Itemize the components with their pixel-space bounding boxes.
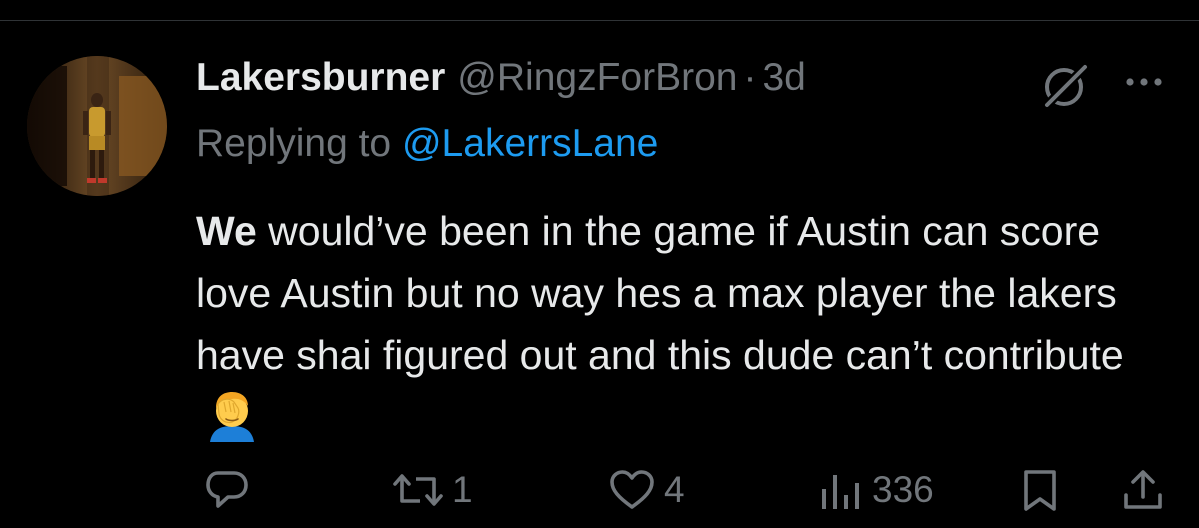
views-button[interactable]: 336: [816, 464, 934, 516]
retweet-button[interactable]: 1: [392, 464, 473, 516]
tweet-timestamp[interactable]: 3d: [762, 56, 805, 100]
retweet-icon: [393, 474, 443, 506]
replying-to-line: Replying to @LakerrsLane: [196, 122, 658, 166]
grok-icon[interactable]: [1040, 60, 1092, 112]
bookmark-icon: [1024, 470, 1056, 511]
avatar[interactable]: [27, 56, 167, 196]
tweet-action-bar: 1 4 336: [196, 464, 1186, 516]
heart-icon: [610, 470, 654, 509]
tweet-text: We would’ve been in the game if Austin c…: [196, 200, 1186, 449]
header-separator: ·: [743, 56, 757, 99]
replying-to-handle-link[interactable]: @LakerrsLane: [402, 122, 658, 165]
avatar-image: [27, 56, 167, 196]
face-palm-emoji: [210, 392, 254, 442]
share-button[interactable]: [1120, 464, 1166, 516]
reply-icon: [206, 471, 248, 508]
author-display-name[interactable]: Lakersburner: [196, 56, 445, 100]
like-button[interactable]: 4: [608, 464, 685, 516]
more-icon[interactable]: [1118, 62, 1170, 102]
top-divider: [0, 20, 1199, 21]
replying-to-label: Replying to: [196, 122, 392, 165]
reply-button[interactable]: [204, 464, 258, 516]
share-icon: [1124, 470, 1162, 509]
views-count: 336: [872, 469, 934, 510]
tweet-text-bold: We: [196, 208, 257, 254]
author-handle[interactable]: @RingzForBron: [457, 56, 737, 100]
tweet-header: Lakersburner @RingzForBron · 3d: [196, 56, 806, 112]
retweet-count: 1: [452, 469, 473, 510]
tweet-text-body: would’ve been in the game if Austin can …: [196, 208, 1124, 378]
like-count: 4: [664, 469, 685, 510]
views-icon: [822, 475, 859, 509]
bookmark-button[interactable]: [1018, 464, 1062, 516]
